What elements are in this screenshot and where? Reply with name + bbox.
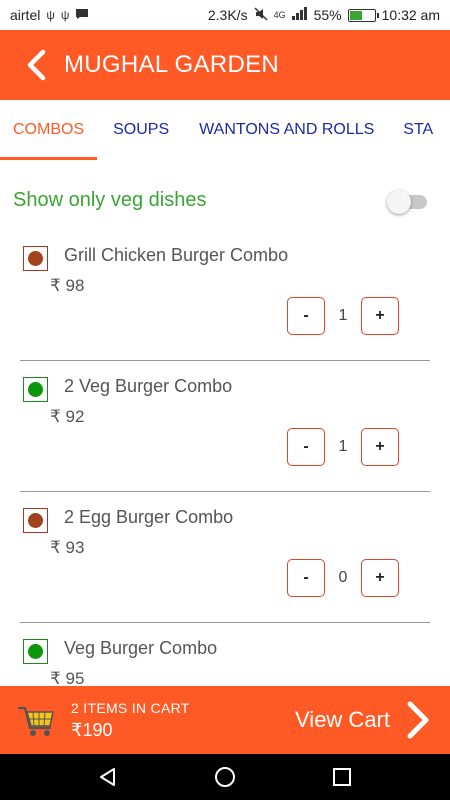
- quantity-value: 1: [338, 438, 348, 455]
- veg-icon: [23, 639, 48, 664]
- toggle-knob: [387, 190, 411, 214]
- nav-recents-button[interactable]: [319, 754, 365, 800]
- category-tabs: COMBOS SOUPS WANTONS AND ROLLS STA: [0, 100, 450, 160]
- item-name: 2 Egg Burger Combo: [64, 507, 234, 527]
- status-bar-left: airtel ψ ψ: [10, 7, 89, 23]
- app-bar: MUGHAL GARDEN: [0, 30, 450, 100]
- decrease-button[interactable]: -: [287, 559, 325, 597]
- decrease-button[interactable]: -: [287, 428, 325, 466]
- item-name: 2 Veg Burger Combo: [64, 376, 233, 396]
- cart-item-count: 2 ITEMS IN CART: [71, 699, 190, 716]
- screen: airtel ψ ψ 2.3K/s 4G 55% 10:32 am MUGHAL…: [0, 0, 450, 800]
- back-button[interactable]: [14, 30, 58, 100]
- menu-item: Veg Burger Combo ₹ 95: [20, 623, 430, 686]
- item-name: Grill Chicken Burger Combo: [64, 245, 289, 265]
- non-veg-icon: [23, 508, 48, 533]
- item-price: ₹ 93: [50, 538, 85, 557]
- increase-button[interactable]: +: [361, 428, 399, 466]
- tab-wantons-and-rolls[interactable]: WANTONS AND ROLLS: [182, 100, 387, 160]
- veg-filter-toggle[interactable]: [387, 188, 427, 214]
- view-cart-button[interactable]: View Cart: [295, 686, 390, 754]
- menu-item: Grill Chicken Burger Combo ₹ 98 - 1 +: [20, 230, 430, 361]
- network-type: 4G: [273, 10, 286, 20]
- mute-icon: [254, 6, 268, 24]
- increase-button[interactable]: +: [361, 559, 399, 597]
- battery-icon: [347, 8, 379, 22]
- item-price: ₹ 98: [50, 276, 85, 295]
- veg-filter-label: Show only veg dishes: [13, 188, 207, 211]
- item-price: ₹ 95: [50, 669, 85, 686]
- status-bar-right: 2.3K/s 4G 55% 10:32 am: [207, 6, 440, 24]
- menu-item: 2 Egg Burger Combo ₹ 93 - 0 +: [20, 492, 430, 623]
- tab-starters[interactable]: STA: [387, 100, 446, 160]
- quantity-value: 1: [338, 307, 348, 324]
- increase-button[interactable]: +: [361, 297, 399, 335]
- home-circle-icon: [214, 767, 235, 787]
- network-speed: 2.3K/s: [207, 7, 248, 23]
- decrease-button[interactable]: -: [287, 297, 325, 335]
- veg-filter-row: Show only veg dishes: [0, 180, 450, 220]
- tab-combos[interactable]: COMBOS: [0, 100, 98, 160]
- back-triangle-icon: [100, 768, 116, 786]
- cart-icon: [17, 706, 54, 736]
- message-icon: [75, 8, 89, 23]
- battery-percent: 55%: [313, 7, 342, 23]
- quantity-value: 0: [338, 569, 348, 586]
- chevron-right-icon: [407, 701, 429, 739]
- cart-summary: 2 ITEMS IN CART ₹190: [71, 700, 190, 741]
- quantity-stepper: - 1 +: [287, 297, 399, 335]
- quantity-stepper: - 1 +: [287, 428, 399, 466]
- item-price: ₹ 92: [50, 407, 85, 426]
- page-title: MUGHAL GARDEN: [64, 51, 280, 78]
- item-name: Veg Burger Combo: [64, 638, 218, 658]
- menu-item: 2 Veg Burger Combo ₹ 92 - 1 +: [20, 361, 430, 492]
- tab-soups[interactable]: SOUPS: [97, 100, 182, 160]
- quantity-stepper: - 0 +: [287, 559, 399, 597]
- nav-back-button[interactable]: [85, 754, 131, 800]
- clock: 10:32 am: [381, 7, 440, 23]
- system-nav-bar: [0, 754, 450, 800]
- usb-debug-icon: ψ: [60, 8, 70, 22]
- chevron-left-icon: [27, 49, 46, 81]
- veg-icon: [23, 377, 48, 402]
- battery-fill: [349, 10, 363, 20]
- non-veg-icon: [23, 246, 48, 271]
- carrier-name: airtel: [10, 7, 41, 23]
- menu-list[interactable]: Grill Chicken Burger Combo ₹ 98 - 1 + 2 …: [0, 230, 450, 686]
- usb-icon: ψ: [46, 8, 55, 22]
- cart-total: ₹190: [71, 719, 113, 740]
- recents-square-icon: [332, 768, 351, 786]
- cart-bar[interactable]: 2 ITEMS IN CART ₹190 View Cart: [0, 686, 450, 754]
- status-bar: airtel ψ ψ 2.3K/s 4G 55% 10:32 am: [0, 0, 450, 30]
- nav-home-button[interactable]: [202, 754, 248, 800]
- signal-icon: [291, 7, 308, 23]
